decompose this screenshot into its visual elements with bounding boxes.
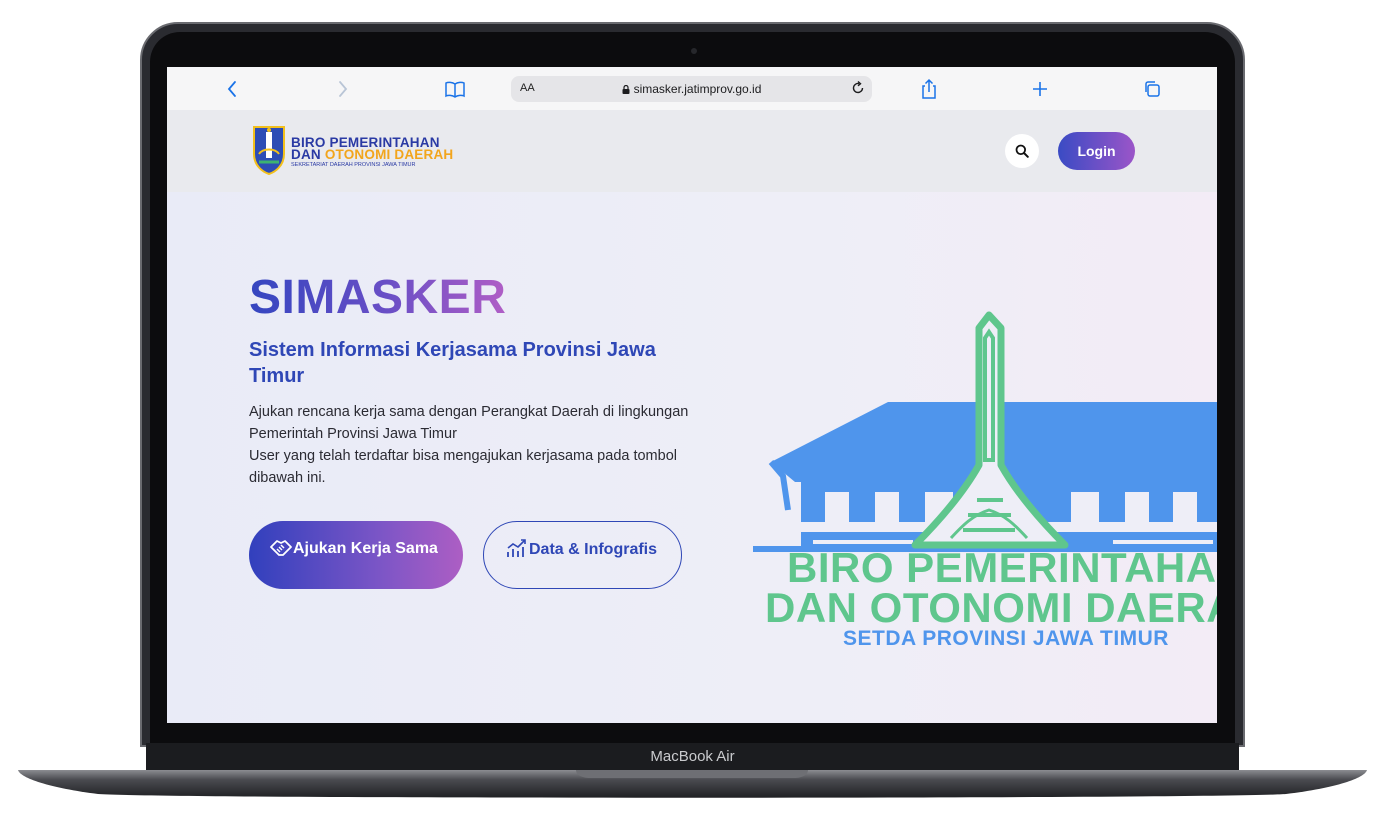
- search-icon: [1015, 144, 1029, 158]
- hero-section: SIMASKER Sistem Informasi Kerjasama Prov…: [167, 192, 1217, 723]
- laptop-base: [16, 768, 1369, 800]
- back-icon[interactable]: [220, 77, 244, 101]
- lock-icon: [622, 85, 630, 94]
- illustration-line3: SETDA PROVINSI JAWA TIMUR: [843, 627, 1169, 650]
- bookmarks-icon[interactable]: [443, 77, 467, 101]
- site-logo[interactable]: BIRO PEMERINTAHAN DAN OTONOMI DAERAH SEK…: [251, 124, 461, 178]
- url-text: simasker.jatimprov.go.id: [633, 82, 762, 96]
- hero-description: Ajukan rencana kerja sama dengan Perangk…: [249, 404, 689, 486]
- device-label: MacBook Air: [650, 748, 735, 765]
- logo-tagline: SEKRETARIAT DAERAH PROVINSI JAWA TIMUR: [291, 162, 416, 168]
- browser-toolbar: AA simasker.jatimprov.go.id: [167, 67, 1217, 110]
- laptop-mockup: AA simasker.jatimprov.go.id BIRO PEMERIN…: [0, 0, 1398, 820]
- tabs-overview-icon[interactable]: [1140, 77, 1164, 101]
- data-infografis-button[interactable]: Data & Infografis: [483, 521, 682, 589]
- reload-icon[interactable]: [850, 80, 866, 96]
- browser-screen: AA simasker.jatimprov.go.id BIRO PEMERIN…: [167, 67, 1217, 723]
- handshake-icon: [270, 540, 292, 556]
- ajukan-kerja-sama-button[interactable]: Ajukan Kerja Sama: [249, 521, 463, 589]
- address-bar[interactable]: AA simasker.jatimprov.go.id: [511, 76, 872, 102]
- logo-subtitle: DAN OTONOMI DAERAH: [291, 147, 454, 162]
- new-tab-icon[interactable]: [1028, 77, 1052, 101]
- search-button[interactable]: [1005, 134, 1039, 168]
- jatim-emblem-icon: [253, 126, 285, 176]
- share-icon[interactable]: [917, 77, 941, 101]
- laptop-chin: MacBook Air: [146, 743, 1239, 771]
- site-header: BIRO PEMERINTAHAN DAN OTONOMI DAERAH SEK…: [167, 110, 1217, 192]
- illustration-line2: DAN OTONOMI DAERAH: [765, 584, 1217, 631]
- hero-title: SIMASKER: [249, 271, 507, 324]
- camera-dot: [691, 48, 697, 54]
- biro-pemerintahan-illustration: BIRO PEMERINTAHAN DAN OTONOMI DAERAH SET…: [753, 310, 1217, 655]
- chart-icon: [507, 539, 526, 557]
- hero-subtitle: Sistem Informasi Kerjasama Provinsi Jawa…: [249, 339, 656, 387]
- login-button[interactable]: Login: [1058, 132, 1135, 170]
- forward-icon[interactable]: [331, 77, 355, 101]
